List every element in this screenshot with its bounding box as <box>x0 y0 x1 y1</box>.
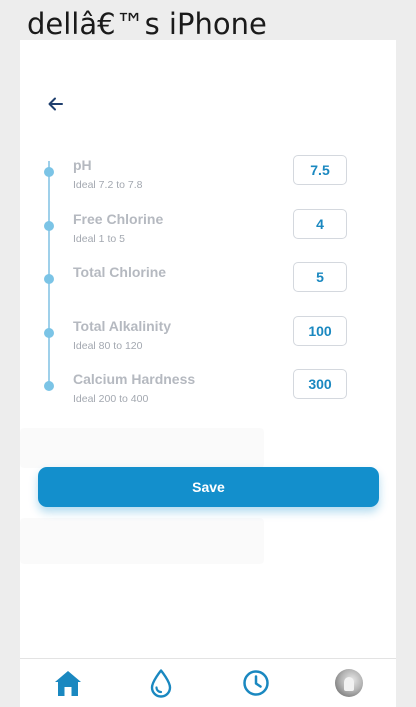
water-drop-icon <box>150 669 172 698</box>
background-placeholder <box>20 518 264 564</box>
reading-row-calcium-hardness: Calcium Hardness Ideal 200 to 400 300 <box>20 369 396 409</box>
tab-water[interactable] <box>145 667 177 699</box>
avatar <box>335 669 363 697</box>
timeline-dot <box>44 167 54 177</box>
app-screen: pH Ideal 7.2 to 7.8 7.5 Free Chlorine Id… <box>20 40 396 707</box>
home-icon <box>55 671 81 696</box>
reading-row-total-chlorine: Total Chlorine 5 <box>20 262 396 302</box>
clock-icon <box>243 670 269 696</box>
tab-home[interactable] <box>52 667 84 699</box>
timeline-dot <box>44 274 54 284</box>
back-button[interactable] <box>46 94 66 114</box>
ph-value-input[interactable]: 7.5 <box>293 155 347 185</box>
tab-profile[interactable] <box>333 667 365 699</box>
window-title: dellâ€™s iPhone <box>27 7 267 41</box>
total-chlorine-value-input[interactable]: 5 <box>293 262 347 292</box>
tab-history[interactable] <box>240 667 272 699</box>
reading-ideal-range: Ideal 80 to 120 <box>73 340 143 352</box>
background-placeholder <box>20 428 264 468</box>
total-alkalinity-value-input[interactable]: 100 <box>293 316 347 346</box>
reading-ideal-range: Ideal 7.2 to 7.8 <box>73 179 143 191</box>
arrow-left-icon <box>48 97 63 111</box>
calcium-hardness-value-input[interactable]: 300 <box>293 369 347 399</box>
reading-label: Calcium Hardness <box>73 371 196 387</box>
reading-label: pH <box>73 157 92 173</box>
reading-label: Free Chlorine <box>73 211 164 227</box>
reading-row-total-alkalinity: Total Alkalinity Ideal 80 to 120 100 <box>20 316 396 356</box>
free-chlorine-value-input[interactable]: 4 <box>293 209 347 239</box>
reading-label: Total Chlorine <box>73 264 167 280</box>
timeline-dot <box>44 381 54 391</box>
reading-ideal-range: Ideal 200 to 400 <box>73 393 149 405</box>
timeline-dot <box>44 221 54 231</box>
bottom-tab-bar <box>20 658 396 707</box>
reading-row-free-chlorine: Free Chlorine Ideal 1 to 5 4 <box>20 209 396 249</box>
save-button[interactable]: Save <box>38 467 379 507</box>
timeline-dot <box>44 328 54 338</box>
reading-label: Total Alkalinity <box>73 318 172 334</box>
reading-ideal-range: Ideal 1 to 5 <box>73 233 125 245</box>
reading-row-ph: pH Ideal 7.2 to 7.8 7.5 <box>20 155 396 195</box>
